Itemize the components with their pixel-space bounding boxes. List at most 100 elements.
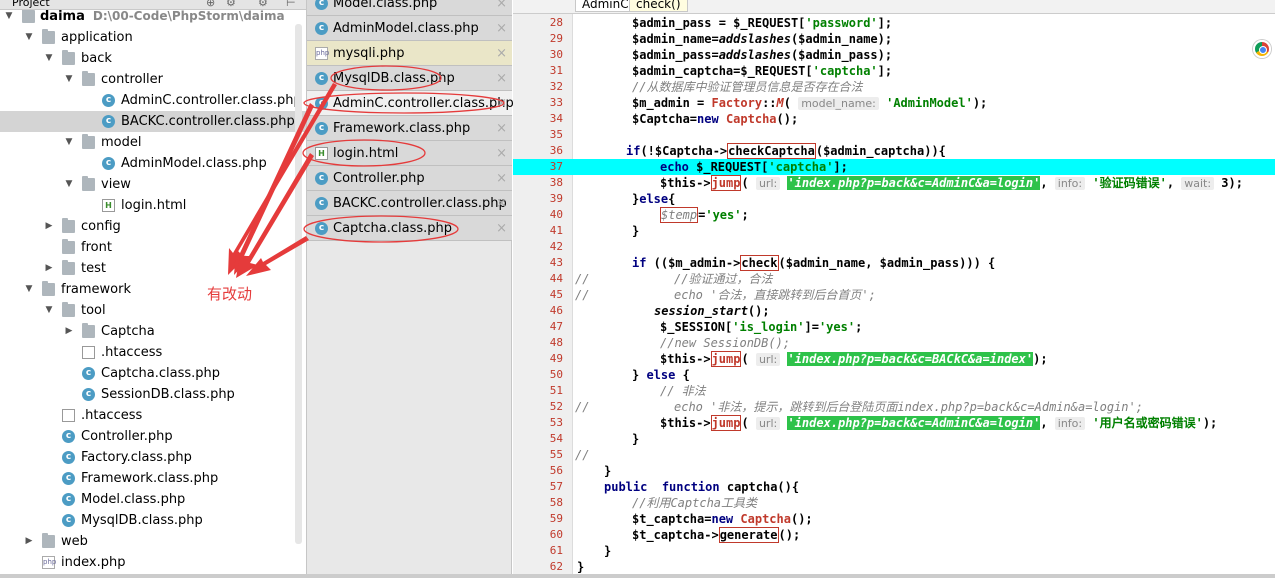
tree-item-label: tool [81, 303, 106, 318]
editor-tab[interactable]: c Controller.php × [307, 166, 512, 191]
close-tab-icon[interactable]: × [496, 191, 507, 216]
settings-icon[interactable]: ⚙ [226, 0, 236, 9]
code-line-53: 53 $this->jump( url: 'index.php?p=back&c=… [549, 415, 1218, 431]
project-tree: ▼ daima D:\00-Code\PhpStorm\daima ▼ applic… [0, 10, 306, 576]
tree-item[interactable]: ▼ framework [0, 279, 306, 300]
collapse-arrow-icon[interactable]: ▼ [64, 132, 74, 153]
close-tab-icon[interactable]: × [496, 216, 507, 241]
folder-icon [82, 176, 95, 191]
collapse-arrow-icon[interactable]: ▼ [4, 10, 14, 27]
editor-tab[interactable]: php mysqli.php × [307, 41, 512, 66]
expand-arrow-icon[interactable]: ▶ [64, 321, 74, 342]
php-class-icon: c [315, 197, 328, 210]
project-panel-title[interactable]: Project [12, 0, 50, 9]
tree-item[interactable]: ▼ application [0, 27, 306, 48]
editor-tab-label: MysqlDB.class.php [333, 71, 455, 86]
tree-item[interactable]: ▶ test [0, 258, 306, 279]
tree-item[interactable]: ▼ back [0, 48, 306, 69]
annotation-note: 有改动 [207, 285, 253, 303]
tree-item[interactable]: c BACKC.controller.class.php [0, 111, 306, 132]
tree-item[interactable]: c Factory.class.php [0, 447, 306, 468]
editor-tab[interactable]: c AdminModel.class.php × [307, 16, 512, 41]
expand-arrow-icon[interactable]: ▶ [44, 216, 54, 237]
collapse-arrow-icon[interactable]: ▼ [64, 174, 74, 195]
tree-item[interactable]: c MysqlDB.class.php [0, 510, 306, 531]
close-tab-icon[interactable]: × [496, 0, 507, 16]
close-tab-icon[interactable]: × [496, 166, 507, 191]
php-class-icon: c [62, 451, 75, 464]
tree-item-label: .htaccess [101, 345, 163, 360]
editor-tab[interactable]: c Captcha.class.php × [307, 216, 512, 241]
tree-item-label: config [81, 219, 121, 234]
code-line-31: 31 $admin_captcha=$_REQUEST['captcha']; [549, 64, 893, 78]
collapse-arrow-icon[interactable]: ▼ [64, 69, 74, 90]
tree-scrollbar[interactable] [295, 24, 302, 544]
sync-icon[interactable]: ⊕ [206, 0, 215, 9]
tree-item[interactable]: front [0, 237, 306, 258]
collapse-arrow-icon[interactable]: ▼ [24, 279, 34, 300]
tree-item[interactable]: c SessionDB.class.php [0, 384, 306, 405]
tree-item[interactable]: php index.php [0, 552, 306, 573]
close-tab-icon[interactable]: × [496, 16, 507, 41]
tree-item[interactable]: .htaccess [0, 405, 306, 426]
code-line-48: 48//new SessionDB(); [549, 336, 791, 350]
tree-root[interactable]: ▼ daima D:\00-Code\PhpStorm\daima [0, 10, 306, 27]
tree-item[interactable]: c Model.class.php [0, 489, 306, 510]
close-tab-icon[interactable]: × [496, 66, 507, 91]
chrome-browser-icon[interactable] [1253, 40, 1271, 58]
tree-item-label: AdminC.controller.class.php [121, 93, 302, 108]
php-class-icon: c [102, 94, 115, 107]
editor-tab[interactable]: Hlogin.html × [307, 141, 512, 166]
code-line-57: 57 public function captcha(){ [549, 480, 800, 494]
tree-item[interactable]: c Captcha.class.php [0, 363, 306, 384]
folder-icon [42, 29, 55, 44]
editor-tab-label: login.html [333, 146, 399, 161]
expand-arrow-icon[interactable]: ▶ [24, 531, 34, 552]
breadcrumb-class[interactable]: AdminC [575, 0, 636, 12]
tree-item-label: test [81, 261, 106, 276]
hide-icon[interactable]: ⊢ [286, 0, 296, 9]
folder-icon [82, 323, 95, 338]
tree-item[interactable]: c AdminC.controller.class.php [0, 90, 306, 111]
code-line-60: 60 $t_captcha->generate(); [549, 527, 801, 543]
editor-tab[interactable]: c Model.class.php × [307, 0, 512, 16]
code-editor[interactable]: AdminC check() 28 $admin_pass = $_REQUEST… [513, 0, 1275, 576]
tree-item[interactable]: Hlogin.html [0, 195, 306, 216]
breadcrumb: AdminC check() [513, 0, 1275, 14]
collapse-arrow-icon[interactable]: ▼ [44, 48, 54, 69]
editor-tab-label: Model.class.php [333, 0, 438, 11]
editor-tab[interactable]: c Framework.class.php × [307, 116, 512, 141]
tree-item[interactable]: c Controller.php [0, 426, 306, 447]
tree-item[interactable]: ▼ model [0, 132, 306, 153]
tree-item[interactable]: ▼ view [0, 174, 306, 195]
tree-item[interactable]: .htaccess [0, 342, 306, 363]
tree-item[interactable]: ▼ tool [0, 300, 306, 321]
tree-item[interactable]: c Framework.class.php [0, 468, 306, 489]
gear-icon[interactable]: ⚙ [258, 0, 268, 9]
tree-item[interactable]: ▶ web [0, 531, 306, 552]
collapse-arrow-icon[interactable]: ▼ [44, 300, 54, 321]
code-line-30: 30 $admin_pass=addslashes($admin_pass); [549, 48, 893, 62]
php-class-icon: c [102, 157, 115, 170]
tree-item[interactable]: c AdminModel.class.php [0, 153, 306, 174]
tree-item[interactable]: ▶ config [0, 216, 306, 237]
close-tab-icon[interactable]: × [496, 91, 507, 116]
horizontal-scrollbar[interactable] [0, 574, 1275, 578]
expand-arrow-icon[interactable]: ▶ [44, 258, 54, 279]
tree-item-label: BACKC.controller.class.php [121, 114, 295, 129]
tree-item-label: .htaccess [81, 408, 143, 423]
code-line-58: 58//利用Captcha工具类 [549, 496, 758, 510]
tree-item[interactable]: ▶ Captcha [0, 321, 306, 342]
close-tab-icon[interactable]: × [496, 116, 507, 141]
tree-item[interactable]: ▼ controller [0, 69, 306, 90]
editor-tab[interactable]: c BACKC.controller.class.php × [307, 191, 512, 216]
php-file-icon: php [315, 47, 329, 60]
close-tab-icon[interactable]: × [496, 41, 507, 66]
editor-tab[interactable]: c AdminC.controller.class.php × [307, 91, 514, 116]
editor-tab[interactable]: c MysqlDB.class.php × [307, 66, 512, 91]
breadcrumb-method[interactable]: check() [629, 0, 688, 12]
close-tab-icon[interactable]: × [496, 141, 507, 166]
folder-icon [22, 10, 35, 23]
editor-tab-label: Controller.php [333, 171, 425, 186]
collapse-arrow-icon[interactable]: ▼ [24, 27, 34, 48]
